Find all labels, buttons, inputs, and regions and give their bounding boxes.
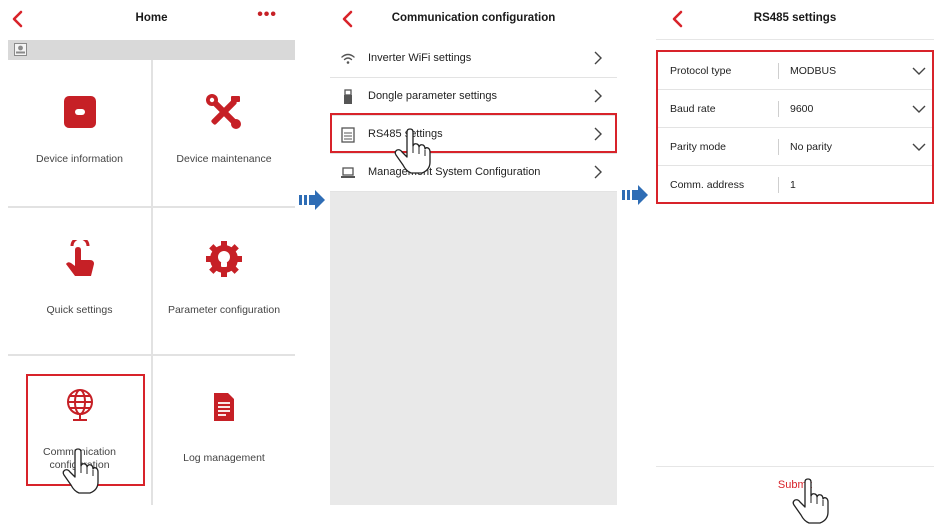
highlight-box	[656, 50, 934, 204]
chevron-right-icon	[594, 51, 602, 65]
rs485-header: RS485 settings	[656, 0, 934, 40]
tap-hand-cursor-icon	[394, 128, 431, 174]
plant-status-icon	[14, 43, 27, 56]
list-item-management-system[interactable]: Management System Configuration	[330, 154, 617, 192]
chevron-right-icon	[594, 89, 602, 103]
tile-label: Log management	[183, 452, 265, 464]
flow-arrow-icon	[622, 185, 648, 205]
tile-label: Device information	[36, 153, 123, 165]
tile-label: Device maintenance	[176, 153, 272, 165]
parameter-bulb-gear-icon	[206, 241, 242, 277]
list-item-label: Inverter WiFi settings	[368, 52, 472, 64]
maintenance-tools-icon	[206, 94, 241, 129]
flow-arrow-icon	[299, 190, 325, 210]
page-title: Communication configuration	[391, 12, 556, 24]
tile-parameter-configuration[interactable]: Parameter configuration	[153, 208, 295, 354]
communication-configuration-screen: Communication configuration Inverter WiF…	[330, 0, 617, 505]
page-title: RS485 settings	[753, 12, 837, 24]
dongle-icon	[344, 89, 352, 104]
tap-hand-cursor-icon	[62, 448, 99, 494]
tile-label: Parameter configuration	[167, 304, 281, 316]
device-info-icon	[63, 96, 96, 128]
wifi-icon	[341, 53, 355, 64]
divider	[656, 466, 934, 467]
home-screen: Home ••• Device information Device maint…	[8, 0, 295, 505]
tile-device-maintenance[interactable]: Device maintenance	[153, 60, 295, 206]
list-item-dongle-parameter[interactable]: Dongle parameter settings	[330, 78, 617, 116]
page-title: Home	[135, 12, 168, 24]
laptop-icon	[341, 167, 355, 178]
tile-device-information[interactable]: Device information	[8, 60, 151, 206]
status-bar	[8, 40, 295, 60]
list-item-label: Dongle parameter settings	[368, 90, 498, 102]
list-item-inverter-wifi[interactable]: Inverter WiFi settings	[330, 40, 617, 78]
log-document-icon	[214, 393, 234, 421]
rs485-settings-screen: RS485 settings Protocol type MODBUS Baud…	[656, 0, 934, 525]
tile-log-management[interactable]: Log management	[153, 356, 295, 505]
tile-label: Quick settings	[46, 304, 113, 316]
tap-hand-cursor-icon	[792, 478, 829, 524]
comm-header: Communication configuration	[330, 0, 617, 40]
tile-quick-settings[interactable]: Quick settings	[8, 208, 151, 354]
chevron-right-icon	[594, 165, 602, 179]
home-header: Home •••	[8, 0, 295, 40]
quick-settings-hand-icon	[65, 240, 94, 276]
highlight-box	[330, 113, 617, 153]
comm-settings-list: Inverter WiFi settings Dongle parameter …	[330, 40, 617, 505]
more-menu-icon[interactable]: •••	[257, 6, 277, 24]
